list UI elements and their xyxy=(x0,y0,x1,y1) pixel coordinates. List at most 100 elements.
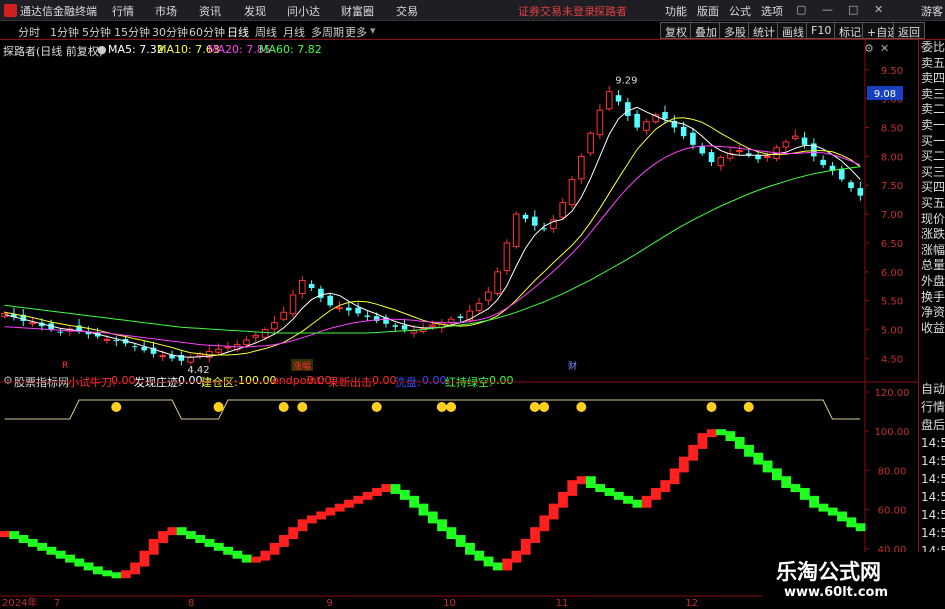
close-window-icon[interactable]: ✕ xyxy=(874,3,883,16)
indicator-bar xyxy=(381,484,392,492)
indicator-bar xyxy=(697,433,708,449)
candle-body xyxy=(717,157,725,167)
indicator-bar xyxy=(111,572,122,579)
indicator-bar xyxy=(148,538,159,555)
price-tick-label: 6.50 xyxy=(881,239,903,250)
signal-smile-icon xyxy=(278,402,289,412)
stats-button[interactable]: 统计 xyxy=(748,22,780,39)
quote-label-14: 总量 xyxy=(921,258,945,273)
more-chevron-icon[interactable]: ▾ xyxy=(370,24,376,37)
signal-smile-icon xyxy=(213,402,224,412)
tick-label-3: 14:5 xyxy=(921,436,945,450)
period-30min[interactable]: 30分钟 xyxy=(152,24,188,40)
indicator-bar xyxy=(83,562,94,571)
maximize-icon[interactable]: □ xyxy=(848,3,858,16)
multistock-button[interactable]: 多股 xyxy=(719,22,751,39)
indicator-bar xyxy=(846,517,857,528)
menu-ask-xiaoda[interactable]: 问小达 xyxy=(287,3,320,19)
quote-label-7: 买二 xyxy=(921,149,945,164)
tick-label-0[interactable]: 自动 xyxy=(919,380,945,398)
indicator-bar xyxy=(158,531,168,543)
tick-label-2[interactable]: 盘后 xyxy=(919,416,945,434)
menu-trade[interactable]: 交易 xyxy=(396,3,418,19)
kline-chart[interactable]: 9.509.008.508.007.507.006.506.005.505.00… xyxy=(0,40,918,609)
minimize-icon[interactable]: — xyxy=(822,3,833,16)
quote-label-0: 委比 xyxy=(921,40,945,54)
indicator-bar xyxy=(176,527,187,536)
candle-body xyxy=(252,334,260,338)
menu-news[interactable]: 资讯 xyxy=(199,3,221,19)
menu-layout[interactable]: 版面 xyxy=(697,3,719,19)
watermark: 乐淘公式网 www.60lt.com xyxy=(762,552,945,609)
indicator-bar xyxy=(418,503,429,516)
indicator-bar xyxy=(409,495,420,508)
menu-market-quote[interactable]: 行情 xyxy=(112,3,134,19)
candle-body xyxy=(791,135,799,139)
quote-label-18: 收益 xyxy=(921,320,945,335)
indicator-bar xyxy=(613,491,624,500)
adjust-button[interactable]: 复权 xyxy=(660,22,692,39)
quote-label-17: 净资 xyxy=(921,305,945,320)
indicator-bar xyxy=(186,531,196,540)
menu-discover[interactable]: 发现 xyxy=(244,3,266,19)
overlay-button[interactable]: 叠加 xyxy=(690,22,722,39)
price-tick-label: 5.50 xyxy=(881,297,903,308)
price-tick-label: 6.00 xyxy=(881,268,903,279)
stock-link[interactable]: 探路者 xyxy=(594,3,627,19)
period-60min[interactable]: 60分钟 xyxy=(189,24,225,40)
candle-body xyxy=(159,355,167,358)
tick-label-4: 14:5 xyxy=(921,454,945,468)
candle-body xyxy=(401,325,408,330)
period-timeshare[interactable]: 分时 xyxy=(18,24,40,40)
price-axis: 9.509.008.508.007.507.006.506.005.505.00… xyxy=(865,66,903,365)
indicator-bar xyxy=(362,491,373,500)
quote-label-5: 卖一 xyxy=(921,117,945,132)
period-multi[interactable]: 多周期 xyxy=(311,24,344,40)
app-logo-icon xyxy=(4,4,17,17)
period-more[interactable]: 更多 xyxy=(345,24,367,40)
candle-body xyxy=(308,283,315,289)
candle-body xyxy=(522,214,529,219)
current-price-label: 9.08 xyxy=(874,89,896,100)
period-daily[interactable]: 日线 xyxy=(227,24,249,40)
ind-tick-label: 60.00 xyxy=(878,506,907,517)
period-1min[interactable]: 1分钟 xyxy=(50,24,79,40)
menu-wealth-circle[interactable]: 财富圈 xyxy=(341,3,374,19)
indicator-bar xyxy=(269,542,280,555)
period-15min[interactable]: 15分钟 xyxy=(114,24,150,40)
signal-smile-icon xyxy=(706,402,717,412)
indicator-bar xyxy=(223,546,234,555)
drawline-button[interactable]: 画线 xyxy=(777,22,809,39)
indicator-bar xyxy=(260,550,271,561)
watermark-url: www.60lt.com xyxy=(784,585,889,600)
indicator-bar xyxy=(641,495,652,508)
indicator-bar xyxy=(9,531,20,540)
candle-body xyxy=(838,168,845,180)
indicator-bar xyxy=(390,484,401,494)
period-monthly[interactable]: 月线 xyxy=(283,24,305,40)
candle-body xyxy=(503,242,511,271)
indicator-bar xyxy=(511,550,522,563)
tick-label-1[interactable]: 行情 xyxy=(919,398,945,416)
back-button[interactable]: 返回 xyxy=(893,22,925,39)
menu-market[interactable]: 市场 xyxy=(155,3,177,19)
menu-options[interactable]: 选项 xyxy=(761,3,783,19)
indicator-bar xyxy=(399,489,410,500)
indicator-bar xyxy=(120,570,131,579)
f10-button[interactable]: F10 xyxy=(806,22,837,39)
menu-formula[interactable]: 公式 xyxy=(729,3,751,19)
window-menu-icon[interactable]: ▢ xyxy=(796,3,806,16)
indicator-bar xyxy=(539,515,550,532)
candle-body xyxy=(215,348,222,353)
candle-body xyxy=(243,339,250,346)
menu-function[interactable]: 功能 xyxy=(665,3,687,19)
period-weekly[interactable]: 周线 xyxy=(255,24,277,40)
indicator-bar xyxy=(18,535,29,543)
period-5min[interactable]: 5分钟 xyxy=(82,24,111,40)
indicator-bar xyxy=(427,511,438,524)
quote-label-12: 涨跌 xyxy=(921,227,945,242)
login-notice[interactable]: 证券交易未登录 xyxy=(518,3,595,19)
indicator-bar xyxy=(632,499,643,508)
indicator-bar xyxy=(725,431,736,442)
guest-label[interactable]: 游客 xyxy=(921,3,943,19)
